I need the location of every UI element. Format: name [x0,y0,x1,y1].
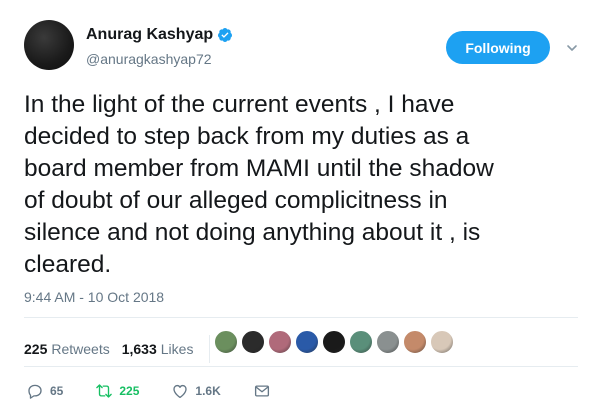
envelope-icon [254,385,269,397]
liker-avatar[interactable] [376,330,400,354]
direct-message-button[interactable] [253,382,271,400]
tweet-card: Anurag Kashyap @anuragkashyap72 Followin… [0,0,598,419]
heart-icon [173,384,188,399]
retweets-count: 225 [24,341,48,357]
like-button[interactable]: 1.6K [171,382,221,400]
chevron-down-icon[interactable] [566,42,578,54]
likes-label: Likes [160,341,194,357]
name-row: Anurag Kashyap [86,26,233,44]
retweet-count: 225 [119,384,140,398]
user-handle[interactable]: @anuragkashyap72 [86,51,212,67]
retweets-label: Retweets [51,341,110,357]
retweet-icon [96,384,113,398]
liker-avatar[interactable] [268,330,292,354]
reply-count: 65 [50,384,64,398]
reply-icon [28,384,42,399]
retweet-button[interactable]: 225 [95,382,139,400]
tweet-actions: 65 225 1.6K [26,382,303,400]
liker-avatars [214,330,454,354]
tweet-stats: 225 Retweets 1,633 Likes [24,335,222,363]
like-count: 1.6K [195,384,221,398]
reply-button[interactable]: 65 [26,382,63,400]
display-name[interactable]: Anurag Kashyap [86,26,213,44]
retweets-stat[interactable]: 225 Retweets [24,341,110,357]
liker-avatar[interactable] [241,330,265,354]
verified-badge-icon [218,28,233,42]
liker-avatar[interactable] [295,330,319,354]
liker-avatar[interactable] [403,330,427,354]
following-button[interactable]: Following [446,31,550,64]
stats-separator [209,335,211,363]
tweet-text: In the light of the current events , I h… [24,91,494,278]
liker-avatar[interactable] [214,330,238,354]
tweet-timestamp[interactable]: 9:44 AM - 10 Oct 2018 [24,289,164,305]
divider [24,366,578,367]
avatar[interactable] [24,20,74,70]
liker-avatar[interactable] [349,330,373,354]
divider [24,317,578,318]
liker-avatar[interactable] [322,330,346,354]
liker-avatar[interactable] [430,330,454,354]
likes-count: 1,633 [121,341,157,357]
likes-stat[interactable]: 1,633 Likes [122,341,194,357]
